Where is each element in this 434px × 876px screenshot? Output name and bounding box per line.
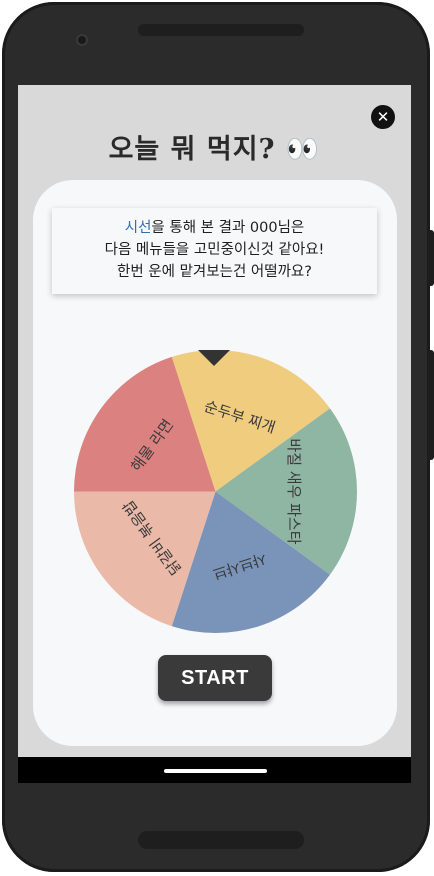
- close-icon[interactable]: ✕: [371, 105, 395, 129]
- power-button: [428, 230, 434, 286]
- system-nav-bar: [18, 757, 411, 783]
- wheel-segment-label: 바질 새우 파스타: [285, 438, 303, 544]
- message-line-1: 시선을 통해 본 결과 000님은: [52, 217, 377, 239]
- home-indicator[interactable]: [164, 769, 267, 773]
- message-line-2: 다음 메뉴들을 고민중이신것 같아요!: [104, 242, 325, 258]
- page-title: 오늘 뭐 먹지? 👀: [108, 134, 321, 165]
- recommendation-message: 시선을 통해 본 결과 000님은 다음 메뉴들을 고민중이신것 같아요! 한번…: [52, 208, 377, 294]
- top-speaker: [138, 24, 304, 36]
- pointer-icon: [198, 350, 230, 366]
- volume-button: [428, 350, 434, 460]
- message-line-1-rest: 을 통해 본 결과 000님은: [151, 220, 305, 236]
- message-highlight: 시선: [124, 220, 152, 236]
- message-line-3: 한번 운에 맡겨보는건 어떨까요?: [117, 264, 312, 280]
- front-camera: [76, 34, 88, 46]
- roulette-card: 시선을 통해 본 결과 000님은 다음 메뉴들을 고민중이신것 같아요! 한번…: [33, 180, 397, 746]
- roulette-wheel[interactable]: 순두부 찌개 바질 새우 파스타 샤브샤브 닭갈비 볶음밥 해물 라면: [74, 350, 357, 633]
- bottom-speaker: [138, 831, 304, 849]
- start-button[interactable]: START: [158, 655, 272, 701]
- app-screen: ✕ 오늘 뭐 먹지? 👀 시선을 통해 본 결과 000님은 다음 메뉴들을 고…: [18, 85, 411, 757]
